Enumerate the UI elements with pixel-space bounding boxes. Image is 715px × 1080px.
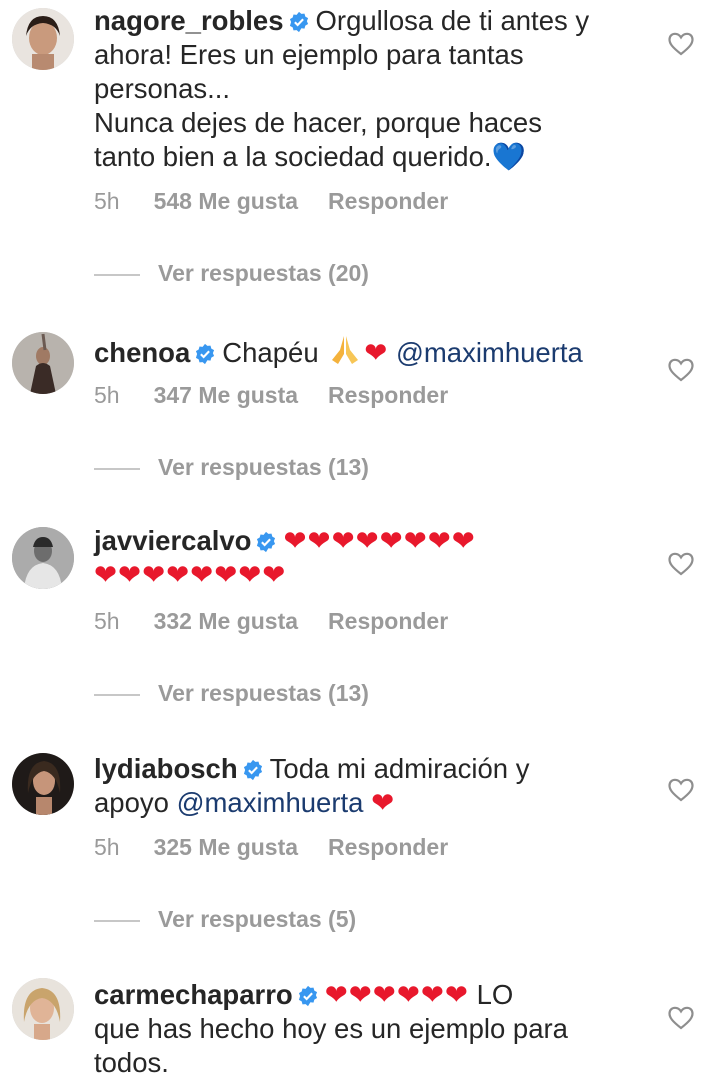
- praying-hands-icon: [332, 336, 359, 364]
- divider: [94, 467, 140, 470]
- verified-badge-icon: [298, 985, 317, 1007]
- username[interactable]: chenoa: [94, 337, 190, 368]
- avatar[interactable]: [12, 753, 74, 815]
- heart-outline-icon[interactable]: [668, 358, 694, 382]
- view-replies-label[interactable]: Ver respuestas (13): [158, 680, 369, 706]
- view-replies-button[interactable]: Ver respuestas (13): [94, 454, 369, 481]
- view-replies-label[interactable]: Ver respuestas (20): [158, 260, 369, 286]
- red-hearts-emoji: ❤❤❤❤❤❤: [324, 979, 469, 1010]
- likes-count[interactable]: 548 Me gusta: [154, 188, 298, 214]
- avatar[interactable]: [12, 8, 74, 70]
- divider: [94, 693, 140, 696]
- view-replies-label[interactable]: Ver respuestas (5): [158, 906, 356, 932]
- view-replies-button[interactable]: Ver respuestas (5): [94, 906, 356, 933]
- comment-meta: 5h 347 Me gusta Responder: [94, 382, 478, 409]
- comment-time: 5h: [94, 608, 120, 634]
- mention-link[interactable]: @maximhuerta: [177, 787, 364, 818]
- username[interactable]: nagore_robles: [94, 5, 284, 36]
- comment-line: nagore_robles Orgullosa de ti antes y: [94, 4, 649, 38]
- view-replies-label[interactable]: Ver respuestas (13): [158, 454, 369, 480]
- comment-time: 5h: [94, 382, 120, 408]
- comment-text: todos.: [94, 1047, 169, 1078]
- comment-text: LO: [476, 979, 514, 1010]
- comment-meta: 5h 332 Me gusta Responder: [94, 608, 478, 635]
- verified-badge-icon: [196, 343, 215, 365]
- reply-button[interactable]: Responder: [328, 188, 448, 214]
- likes-count[interactable]: 347 Me gusta: [154, 382, 298, 408]
- comment-meta: 5h 548 Me gusta Responder: [94, 188, 478, 215]
- likes-count[interactable]: 325 Me gusta: [154, 834, 298, 860]
- heart-outline-icon[interactable]: [668, 32, 694, 56]
- comment-text: Toda mi admiración y: [269, 753, 530, 784]
- view-replies-button[interactable]: Ver respuestas (20): [94, 260, 369, 287]
- red-hearts-emoji: ❤❤❤❤❤❤❤❤: [94, 559, 287, 590]
- verified-badge-icon: [257, 531, 276, 553]
- comment-text: Orgullosa de ti antes y: [315, 5, 590, 36]
- avatar[interactable]: [12, 332, 74, 394]
- username[interactable]: lydiabosch: [94, 753, 238, 784]
- comment-text: que has hecho hoy es un ejemplo para: [94, 1013, 568, 1044]
- comment-meta: 5h 325 Me gusta Responder: [94, 834, 478, 861]
- red-hearts-emoji: ❤❤❤❤❤❤❤❤: [283, 525, 476, 556]
- avatar[interactable]: [12, 978, 74, 1040]
- reply-button[interactable]: Responder: [328, 608, 448, 634]
- red-heart-emoji: ❤: [371, 787, 396, 818]
- comment-time: 5h: [94, 834, 120, 860]
- reply-button[interactable]: Responder: [328, 382, 448, 408]
- comment-text: Chapéu: [222, 337, 319, 368]
- heart-outline-icon[interactable]: [668, 778, 694, 802]
- verified-badge-icon: [243, 759, 262, 781]
- username[interactable]: carmechaparro: [94, 979, 293, 1010]
- comment-text: Nunca dejes de hacer, porque haces: [94, 107, 542, 138]
- comment-text: ahora! Eres un ejemplo para tantas: [94, 39, 524, 70]
- comment-text: tanto bien a la sociedad querido.: [94, 141, 492, 172]
- heart-outline-icon[interactable]: [668, 552, 694, 576]
- verified-badge-icon: [289, 11, 308, 33]
- avatar[interactable]: [12, 527, 74, 589]
- comment-text: personas...: [94, 73, 231, 104]
- likes-count[interactable]: 332 Me gusta: [154, 608, 298, 634]
- divider: [94, 273, 140, 276]
- heart-outline-icon[interactable]: [668, 1006, 694, 1030]
- reply-button[interactable]: Responder: [328, 834, 448, 860]
- divider: [94, 919, 140, 922]
- red-heart-emoji: ❤: [364, 337, 389, 368]
- mention-link[interactable]: @maximhuerta: [396, 337, 583, 368]
- username[interactable]: javviercalvo: [94, 525, 251, 556]
- view-replies-button[interactable]: Ver respuestas (13): [94, 680, 369, 707]
- comment-time: 5h: [94, 188, 120, 214]
- blue-heart-emoji: 💙: [491, 141, 526, 172]
- comment-text: apoyo: [94, 787, 169, 818]
